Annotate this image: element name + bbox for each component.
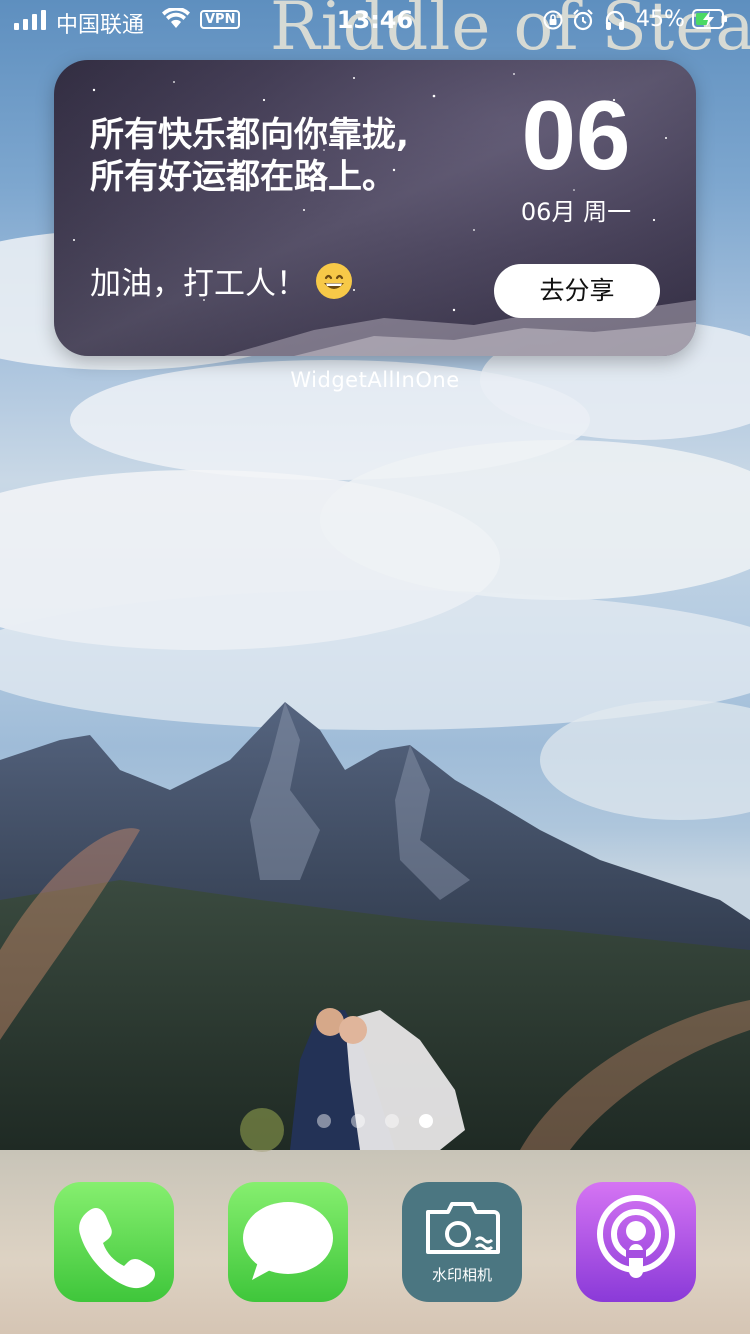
quote-line-1: 所有快乐都向你靠拢, xyxy=(90,115,409,155)
alarm-icon xyxy=(573,9,593,31)
widget-date: 06月 周一 xyxy=(520,198,632,226)
messages-app[interactable] xyxy=(228,1182,348,1302)
dock: 水印相机 xyxy=(0,1150,750,1334)
watermark-camera-app[interactable]: 水印相机 xyxy=(402,1182,522,1302)
rotation-lock-icon xyxy=(543,10,563,30)
page-dot[interactable] xyxy=(317,1114,331,1128)
widget-quote: 所有快乐都向你靠拢, 所有好运都在路上。 xyxy=(90,114,490,198)
podcasts-icon xyxy=(597,1195,675,1278)
message-bubble-icon xyxy=(243,1202,333,1280)
podcasts-app[interactable] xyxy=(576,1182,696,1302)
status-bar: 中国联通 VPN 13:46 45% xyxy=(0,0,750,40)
phone-app[interactable] xyxy=(54,1182,174,1302)
widget-cheer: 加油，打工人！ xyxy=(90,258,353,303)
widget-day: 06 xyxy=(521,80,631,190)
page-dot[interactable] xyxy=(351,1114,365,1128)
quote-widget[interactable]: 所有快乐都向你靠拢, 所有好运都在路上。 加油，打工人！ 06 06月 周一 去… xyxy=(54,60,696,356)
page-dot-active[interactable] xyxy=(419,1114,433,1128)
page-dot[interactable] xyxy=(385,1114,399,1128)
page-indicator[interactable] xyxy=(0,1114,750,1130)
cheer-text: 加油，打工人！ xyxy=(90,266,307,302)
grinning-face-icon xyxy=(316,263,352,299)
phone-icon xyxy=(79,1208,155,1289)
widget-caption: WidgetAllInOne xyxy=(290,368,460,392)
battery-percent: 45% xyxy=(636,7,685,32)
camera-app-label: 水印相机 xyxy=(431,1266,492,1284)
battery-charging-icon xyxy=(692,9,727,29)
share-button[interactable]: 去分享 xyxy=(494,264,660,318)
headphones-icon xyxy=(605,10,625,30)
quote-line-2: 所有好运都在路上。 xyxy=(90,157,396,197)
